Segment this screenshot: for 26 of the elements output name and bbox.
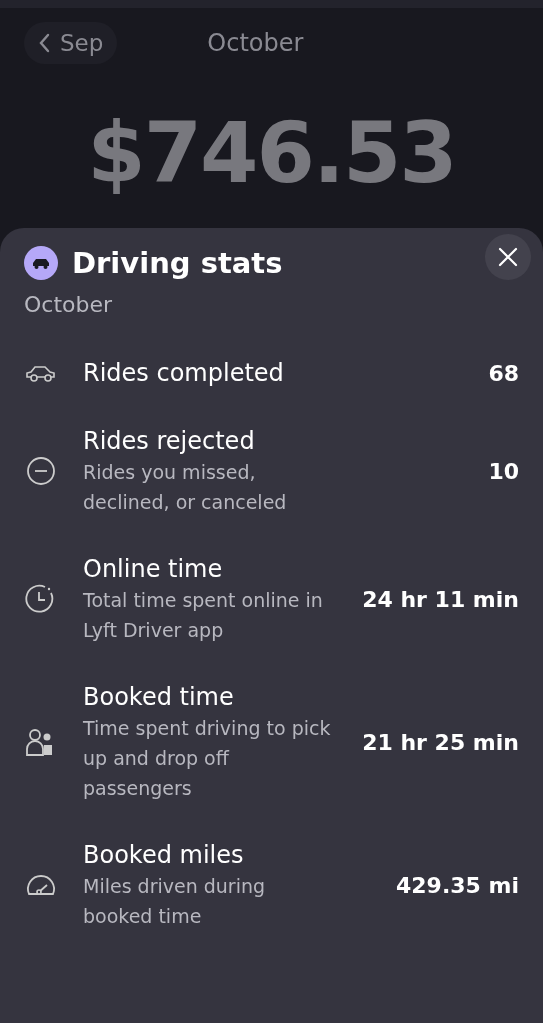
- stat-label: Rides completed: [83, 358, 285, 389]
- minus-circle-icon: [24, 456, 58, 486]
- sheet-title: Driving stats: [72, 246, 284, 280]
- stat-value: 21 hr 25 min: [362, 729, 519, 755]
- close-button[interactable]: [485, 234, 531, 280]
- stat-value: 429.35 mi: [395, 872, 519, 898]
- stat-value: 10: [488, 458, 519, 484]
- stat-value: 24 hr 11 min: [362, 586, 519, 612]
- car-icon: [24, 246, 58, 280]
- stat-description: Time spent driving to pick up and drop off passengers: [83, 716, 332, 801]
- speedometer-icon: [24, 872, 58, 898]
- stat-label: Online time: [83, 554, 224, 585]
- stat-description: Total time spent online in Lyft Driver app: [83, 588, 324, 643]
- chevron-left-icon: [38, 33, 50, 53]
- stat-description: Miles driven during booked time: [83, 874, 267, 929]
- car-icon: [24, 363, 58, 383]
- stat-label: Rides rejected: [83, 426, 256, 457]
- stat-label: Booked miles: [83, 840, 245, 871]
- sheet-subtitle: October: [24, 292, 114, 317]
- close-icon: [498, 247, 518, 267]
- earnings-amount: $746.53: [86, 104, 457, 202]
- back-button[interactable]: Sep: [24, 22, 118, 64]
- stat-label: Booked time: [83, 682, 235, 713]
- stat-description: Rides you missed, declined, or canceled: [83, 460, 288, 515]
- month-title: October: [207, 29, 304, 57]
- stat-value: 68: [488, 360, 519, 386]
